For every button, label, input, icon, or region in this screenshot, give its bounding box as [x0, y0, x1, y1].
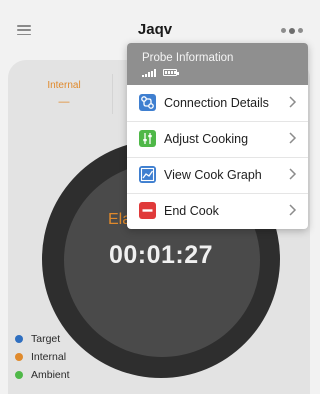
menu-item-view-cook-graph[interactable]: View Cook Graph: [127, 157, 308, 193]
menu-item-adjust-cooking[interactable]: Adjust Cooking: [127, 121, 308, 157]
menu-item-end-cook[interactable]: End Cook: [127, 193, 308, 229]
legend-label: Internal: [31, 351, 67, 363]
signal-strength-icon: [142, 69, 158, 77]
menu-item-label: View Cook Graph: [164, 168, 262, 182]
internal-dot-icon: [15, 353, 23, 361]
chevron-right-icon: [288, 167, 298, 181]
page-title: Jaqv: [137, 21, 173, 38]
more-dots-icon[interactable]: [281, 27, 305, 34]
legend-label: Ambient: [31, 369, 70, 381]
menu-item-connection-details[interactable]: Connection Details: [127, 85, 308, 121]
chevron-right-icon: [288, 131, 298, 145]
tab-divider: [112, 74, 113, 114]
chevron-right-icon: [288, 95, 298, 109]
internal-temp-value: —: [58, 96, 70, 108]
target-dot-icon: [15, 335, 23, 343]
legend-label: Target: [31, 333, 61, 345]
ambient-dot-icon: [15, 371, 23, 379]
menu-item-label: Adjust Cooking: [164, 132, 249, 146]
menu-item-label: Connection Details: [164, 96, 269, 110]
probe-menu: Probe Information Connection Details Adj…: [127, 43, 308, 229]
legend-item-target: Target: [15, 330, 70, 348]
probe-info-header: Probe Information: [127, 43, 308, 85]
elapsed-timer: 00:01:27: [108, 241, 214, 269]
menu-item-label: End Cook: [164, 204, 219, 218]
end-cook-icon: [139, 202, 156, 219]
probe-info-title: Probe Information: [142, 52, 234, 64]
connection-icon: [139, 94, 156, 111]
tab-internal[interactable]: Internal: [44, 80, 84, 91]
legend: Target Internal Ambient: [15, 330, 70, 384]
legend-item-ambient: Ambient: [15, 366, 70, 384]
battery-icon: [163, 69, 179, 76]
graph-icon: [139, 166, 156, 183]
legend-item-internal: Internal: [15, 348, 70, 366]
chevron-right-icon: [288, 203, 298, 217]
adjust-sliders-icon: [139, 130, 156, 147]
